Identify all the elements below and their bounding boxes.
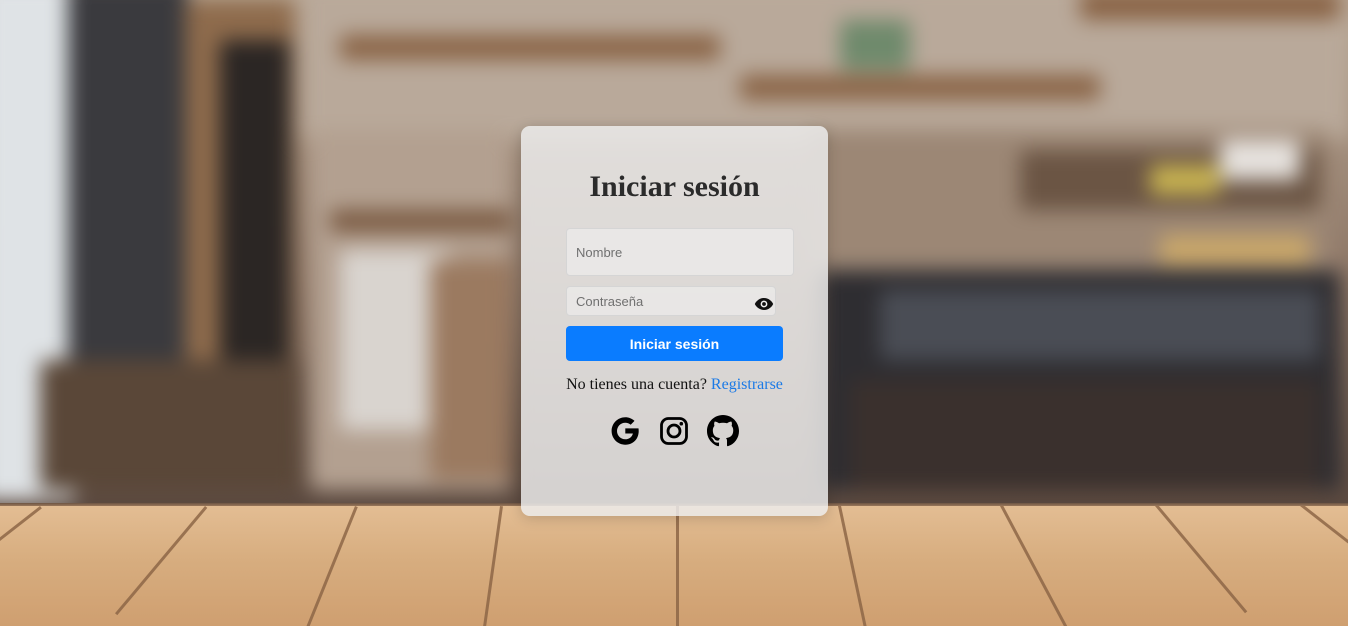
google-icon[interactable]	[609, 415, 641, 447]
password-input[interactable]	[566, 286, 776, 316]
login-button[interactable]: Iniciar sesión	[566, 326, 783, 361]
name-input[interactable]	[566, 228, 794, 276]
instagram-icon[interactable]	[658, 415, 690, 447]
register-prompt-text: No tienes una cuenta?	[566, 376, 707, 393]
wooden-table	[0, 506, 1348, 626]
login-card: Iniciar sesión Iniciar sesión No tienes …	[521, 126, 828, 516]
show-password-eye-icon[interactable]	[754, 297, 774, 311]
github-icon[interactable]	[707, 415, 739, 447]
register-link[interactable]: Registrarse	[711, 376, 783, 393]
register-prompt-row: No tienes una cuenta? Registrarse	[521, 376, 828, 394]
page-title: Iniciar sesión	[589, 170, 760, 203]
